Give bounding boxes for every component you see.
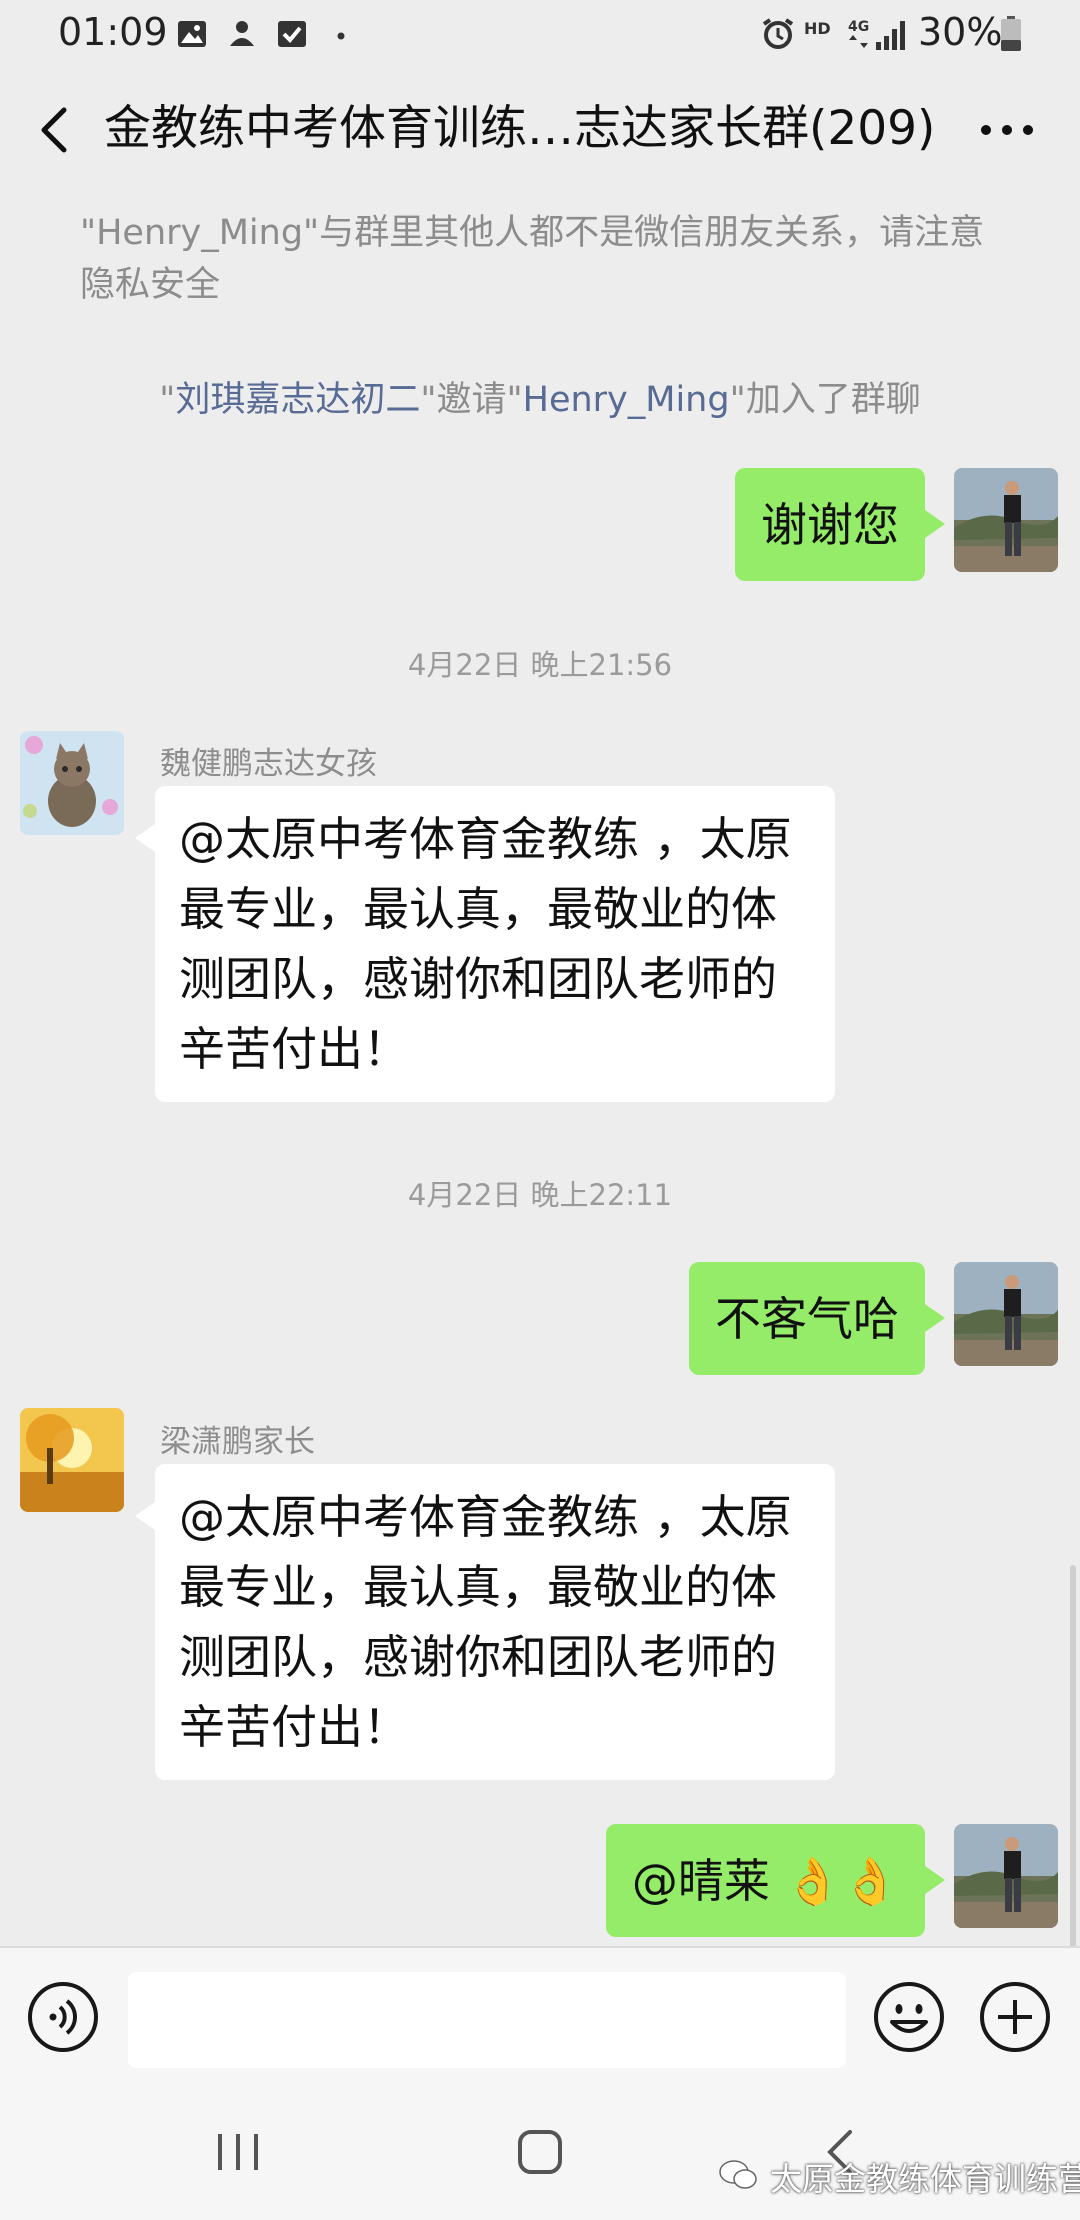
my-avatar[interactable] <box>954 468 1058 572</box>
invite-suffix: "加入了群聊 <box>729 380 921 420</box>
man-photo-avatar-icon <box>954 1824 1058 1928</box>
outgoing-message[interactable]: 谢谢您 <box>735 468 945 581</box>
wechat-logo-icon <box>719 2160 757 2189</box>
system-nav-bar: 太原金教练体育训练营 <box>0 2086 1080 2220</box>
scroll-indicator[interactable] <box>1070 1565 1076 1985</box>
chat-input-bar <box>0 1946 1080 2086</box>
hd-icon: HD <box>804 19 831 38</box>
svg-text:HD: HD <box>804 19 831 38</box>
home-icon[interactable] <box>510 2122 570 2182</box>
watermark-text: 太原金教练体育训练营 <box>770 2160 1080 2198</box>
recent-apps-icon[interactable] <box>208 2122 268 2182</box>
battery-percent: 30% <box>918 10 1003 54</box>
timestamp: 4月22日 晚上22:11 <box>407 1178 673 1212</box>
invite-prefix: " <box>159 380 176 420</box>
sender-avatar[interactable] <box>20 1408 124 1512</box>
incoming-message[interactable]: @太原中考体育金教练 ，太原最专业，最认真，最敬业的体测团队，感谢你和团队老师的… <box>135 786 835 1102</box>
chat-header: 金教练中考体育训练…志达家长群(209) <box>0 70 1080 190</box>
battery-icon <box>1001 16 1021 51</box>
watermark: 太原金教练体育训练营 <box>718 2154 1080 2200</box>
my-avatar[interactable] <box>954 1262 1058 1366</box>
status-bar: 01:09 HD 4G 30% <box>0 0 1080 70</box>
sender-name: 魏健鹏志达女孩 <box>160 746 377 782</box>
plus-icon[interactable] <box>978 1980 1052 2054</box>
inviter-name-link[interactable]: 刘琪嘉志达初二 <box>175 380 420 420</box>
invite-notice: "刘琪嘉志达初二"邀请"Henry_Ming"加入了群聊 <box>0 374 1080 426</box>
incoming-message[interactable]: @太原中考体育金教练 ，太原最专业，最认真，最敬业的体测团队，感谢你和团队老师的… <box>135 1464 835 1780</box>
message-input[interactable] <box>128 1972 846 2068</box>
privacy-notice: "Henry_Ming"与群里其他人都不是微信朋友关系，请注意隐私安全 <box>80 213 985 305</box>
more-options-icon[interactable] <box>972 110 1042 150</box>
status-time: 01:09 <box>58 10 168 54</box>
autumn-tree-avatar-icon <box>20 1408 124 1512</box>
my-avatar[interactable] <box>954 1824 1058 1928</box>
dot-icon <box>337 32 345 40</box>
4g-signal-icon: 4G <box>848 19 905 50</box>
timestamp: 4月22日 晚上21:56 <box>407 648 673 682</box>
back-arrow-icon[interactable] <box>34 102 74 158</box>
image-icon <box>178 21 206 47</box>
voice-input-icon[interactable] <box>26 1980 100 2054</box>
outgoing-message[interactable]: 不客气哈 <box>689 1262 945 1375</box>
sender-name: 梁潇鹏家长 <box>160 1424 315 1460</box>
svg-text:4G: 4G <box>848 19 869 35</box>
emoji-icon[interactable] <box>872 1980 946 2054</box>
alarm-icon <box>762 18 794 49</box>
man-photo-avatar-icon <box>954 1262 1058 1366</box>
outgoing-message[interactable]: @晴莱 👌👌 <box>605 1824 946 1937</box>
man-photo-avatar-icon <box>954 468 1058 572</box>
tv-icon <box>230 21 254 46</box>
chat-title: 金教练中考体育训练…志达家长群(209) <box>104 101 936 156</box>
invite-mid: "邀请" <box>420 380 523 420</box>
invitee-name-link[interactable]: Henry_Ming <box>523 380 730 420</box>
check-icon <box>278 21 306 47</box>
sender-avatar[interactable] <box>20 731 124 835</box>
cat-avatar-icon <box>20 731 124 835</box>
